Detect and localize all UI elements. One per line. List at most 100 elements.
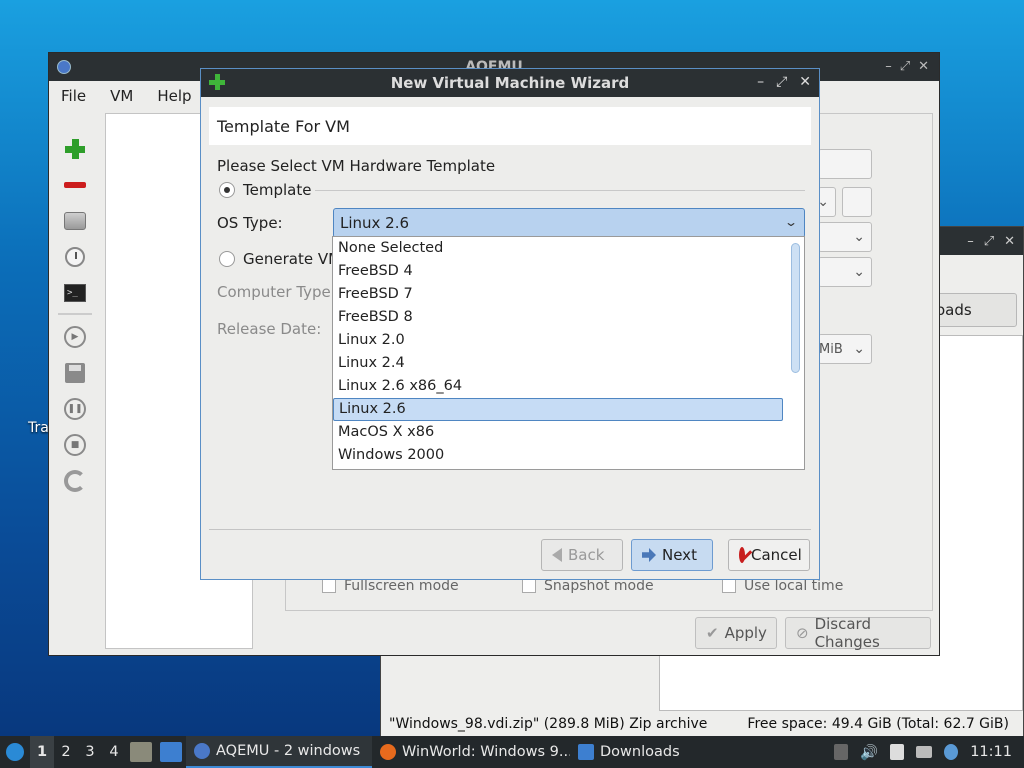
dropdown-option[interactable]: Windows 2000 — [333, 444, 783, 467]
workspace-3[interactable]: 3 — [78, 736, 102, 768]
wizard-page-header: Template For VM — [209, 107, 811, 145]
pause-vm-button[interactable]: ❚❚ — [57, 391, 93, 427]
desktop-icon-label[interactable]: Tra — [28, 420, 49, 436]
show-desktop-icon[interactable] — [160, 742, 182, 762]
next-button[interactable]: Next — [631, 539, 713, 571]
settings-combo[interactable]: ⌄ — [817, 187, 836, 217]
settings-combo[interactable]: ⌄ — [818, 257, 872, 287]
os-type-dropdown-list[interactable]: None Selected FreeBSD 4 FreeBSD 7 FreeBS… — [332, 236, 805, 470]
toolbar-separator — [58, 313, 92, 315]
dropdown-option[interactable]: FreeBSD 8 — [333, 306, 783, 329]
minimize-icon[interactable]: – — [967, 234, 974, 249]
reset-vm-button[interactable] — [57, 463, 93, 499]
workspace-1[interactable]: 1 — [30, 736, 54, 768]
plus-icon — [65, 139, 85, 159]
stop-icon: ■ — [64, 434, 86, 456]
menubar: File VM Help — [49, 81, 204, 111]
close-icon[interactable]: ✕ — [1004, 234, 1015, 249]
dropdown-option[interactable]: MacOS X x86 — [333, 421, 783, 444]
hard-disk-icon — [64, 212, 86, 230]
settings-field[interactable] — [818, 149, 872, 179]
check-icon: ✔ — [706, 624, 719, 642]
chevron-down-icon: ⌄ — [783, 215, 799, 229]
delete-vm-button[interactable] — [57, 167, 93, 203]
apply-button[interactable]: ✔ Apply — [695, 617, 777, 649]
console-button[interactable]: >_ — [57, 275, 93, 311]
task-aqemu[interactable]: AQEMU - 2 windows — [186, 736, 372, 768]
dropdown-scrollbar[interactable] — [791, 243, 800, 373]
cancel-button[interactable]: Cancel — [728, 539, 810, 571]
add-vm-button[interactable] — [57, 131, 93, 167]
file-manager-launcher-icon[interactable] — [130, 742, 152, 762]
dropdown-option[interactable]: None Selected — [333, 237, 783, 260]
settings-combo[interactable]: ⌄ — [818, 222, 872, 252]
clipboard-icon[interactable] — [890, 744, 905, 760]
button-separator — [209, 529, 811, 530]
downloads-toolbar-button[interactable]: oads — [929, 293, 1017, 327]
close-icon[interactable]: ✕ — [918, 59, 929, 74]
menu-help[interactable]: Help — [145, 87, 203, 105]
storage-button[interactable] — [57, 203, 93, 239]
dropdown-option-selected[interactable]: Linux 2.6 — [333, 398, 783, 421]
template-prompt: Please Select VM Hardware Template — [217, 157, 496, 175]
start-vm-button[interactable]: ▶ — [57, 319, 93, 355]
volume-icon[interactable]: 🔊 — [860, 744, 878, 761]
minimize-icon[interactable]: – — [885, 59, 892, 74]
terminal-icon: >_ — [64, 284, 86, 302]
minimize-icon[interactable]: – — [757, 74, 764, 90]
new-vm-wizard-dialog: New Virtual Machine Wizard – ⤢ ✕ Templat… — [200, 68, 820, 580]
settings-tool-button[interactable] — [842, 187, 872, 217]
close-icon[interactable]: ✕ — [799, 74, 811, 90]
firefox-icon — [380, 744, 396, 760]
clock[interactable]: 11:11 — [970, 744, 1012, 760]
snapshot-checkbox[interactable]: Snapshot mode — [522, 578, 654, 594]
local-time-checkbox[interactable]: Use local time — [722, 578, 843, 594]
arrow-right-icon — [642, 548, 656, 562]
play-icon: ▶ — [64, 326, 86, 348]
start-menu-icon — [6, 743, 24, 761]
template-radio[interactable]: Template — [219, 181, 311, 199]
maximize-icon[interactable]: ⤢ — [984, 234, 994, 249]
snapshots-button[interactable] — [57, 239, 93, 275]
network-icon[interactable] — [916, 746, 933, 758]
wizard-title: New Virtual Machine Wizard — [390, 74, 630, 92]
minus-icon — [64, 182, 86, 188]
status-free-space: Free space: 49.4 GiB (Total: 62.7 GiB) — [747, 716, 1009, 732]
taskbar: 1 2 3 4 AQEMU - 2 windows WinWorld: Wind… — [0, 736, 1024, 768]
cancel-icon: ⊘ — [796, 624, 809, 642]
task-firefox[interactable]: WinWorld: Windows 9... — [372, 736, 570, 768]
menu-vm[interactable]: VM — [98, 87, 145, 105]
start-menu-button[interactable] — [0, 736, 30, 768]
computer-type-label: Computer Type: — [217, 283, 336, 301]
folder-icon — [578, 744, 594, 760]
stop-vm-button[interactable]: ■ — [57, 427, 93, 463]
os-type-combo[interactable]: Linux 2.6 ⌄ — [333, 208, 805, 238]
dropdown-option[interactable]: FreeBSD 7 — [333, 283, 783, 306]
status-selection: "Windows_98.vdi.zip" (289.8 MiB) Zip arc… — [389, 716, 708, 732]
workspace-2[interactable]: 2 — [54, 736, 78, 768]
dropdown-option[interactable]: Linux 2.6 x86_64 — [333, 375, 783, 398]
generate-vm-radio[interactable]: Generate VM — [219, 250, 341, 268]
discard-changes-button[interactable]: ⊘ Discard Changes — [785, 615, 931, 651]
radio-unchecked-icon — [219, 251, 235, 267]
dropdown-option[interactable]: Linux 2.0 — [333, 329, 783, 352]
save-icon — [65, 363, 85, 383]
dropdown-option[interactable]: FreeBSD 4 — [333, 260, 783, 283]
save-vm-button[interactable] — [57, 355, 93, 391]
memory-unit-combo[interactable]: MiB ⌄ — [818, 334, 872, 364]
dropdown-option[interactable]: Linux 2.4 — [333, 352, 783, 375]
reload-icon — [64, 470, 86, 492]
maximize-icon[interactable]: ⤢ — [776, 74, 787, 90]
notes-icon[interactable] — [834, 744, 849, 760]
workspace-4[interactable]: 4 — [102, 736, 126, 768]
updates-icon[interactable] — [944, 744, 959, 760]
clock-icon — [65, 247, 85, 267]
maximize-icon[interactable]: ⤢ — [900, 59, 910, 74]
task-downloads[interactable]: Downloads — [570, 736, 690, 768]
group-divider — [315, 190, 805, 191]
menu-file[interactable]: File — [49, 87, 98, 105]
cancel-icon — [739, 547, 745, 563]
back-button[interactable]: Back — [541, 539, 623, 571]
os-type-value: Linux 2.6 — [340, 214, 410, 232]
fullscreen-checkbox[interactable]: Fullscreen mode — [322, 578, 459, 594]
